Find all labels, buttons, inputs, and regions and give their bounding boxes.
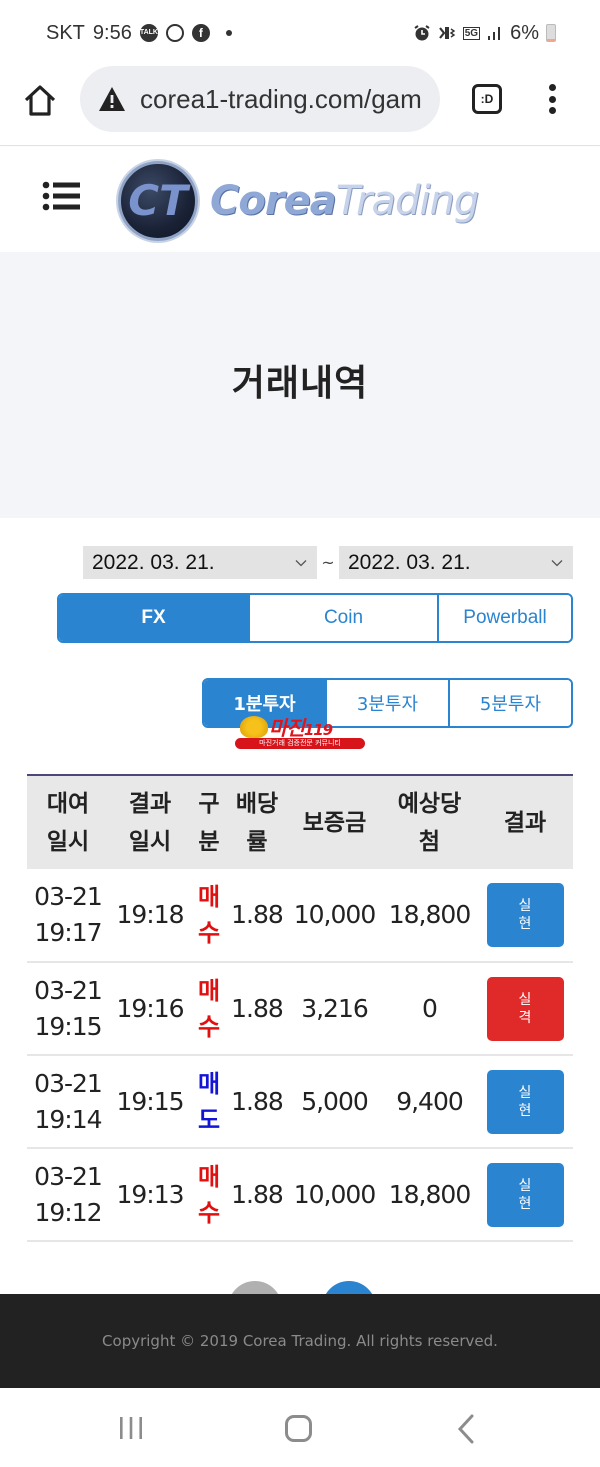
alarm-icon	[414, 25, 430, 41]
more-notifications-dot	[225, 30, 232, 36]
rate-cell: 1.88	[227, 1148, 287, 1242]
rate-cell: 1.88	[227, 1055, 287, 1149]
expected-cell: 18,800	[382, 1148, 477, 1242]
header-payout-rate: 배당 률	[227, 775, 287, 869]
deposit-cell: 10,000	[287, 1148, 382, 1242]
rent-time-cell: 03-21 19:17	[27, 869, 109, 963]
deposit-cell: 3,216	[287, 962, 382, 1056]
signal-icon	[488, 27, 501, 40]
chevron-down-icon	[551, 559, 563, 566]
watermark-title: 마진119	[269, 716, 333, 740]
logo-emblem: CT	[118, 161, 198, 241]
site-header: CT CoreaTrading	[0, 147, 600, 252]
menu-icon[interactable]	[42, 180, 82, 212]
table-row: 03-21 19:12 19:13 매수 1.88 10,000 18,800 실…	[27, 1148, 573, 1242]
recent-apps-icon[interactable]	[118, 1416, 144, 1440]
result-time-cell: 19:13	[109, 1148, 191, 1242]
side-cell: 매수	[191, 1148, 227, 1242]
site-logo[interactable]: CT CoreaTrading	[118, 161, 479, 241]
table-header-row: 대여 일시 결과 일시 구분 배당 률 보증금 예상당 첨 결과	[27, 775, 573, 869]
expected-cell: 18,800	[382, 869, 477, 963]
watermark-subtitle: 마진거래 검증전문 커뮤니티	[235, 738, 365, 749]
expected-cell: 9,400	[382, 1055, 477, 1149]
back-icon[interactable]	[457, 1414, 475, 1444]
date-to-select[interactable]: 2022. 03. 21.	[339, 546, 573, 579]
address-bar[interactable]: corea1-trading.com/gam	[80, 66, 440, 132]
result-cell: 실현	[477, 1148, 573, 1242]
date-from-value: 2022. 03. 21.	[92, 550, 215, 574]
rent-time-cell: 03-21 19:15	[27, 962, 109, 1056]
result-time-cell: 19:16	[109, 962, 191, 1056]
side-cell: 매도	[191, 1055, 227, 1149]
tab-5min[interactable]: 5분투자	[448, 680, 571, 726]
result-badge[interactable]: 실현	[486, 1162, 564, 1227]
side-cell: 매수	[191, 869, 227, 963]
result-cell: 실현	[477, 1055, 573, 1149]
trade-history-table: 대여 일시 결과 일시 구분 배당 률 보증금 예상당 첨 결과 03-21 19:17 …	[27, 774, 573, 1242]
result-time-cell: 19:18	[109, 869, 191, 963]
page-title: 거래내역	[231, 363, 369, 404]
header-result: 결과	[477, 775, 573, 869]
result-cell: 실격	[477, 962, 573, 1056]
result-badge[interactable]: 실현	[486, 883, 564, 947]
result-time-cell: 19:15	[109, 1055, 191, 1149]
header-expected-payout: 예상당 첨	[382, 775, 477, 869]
header-result-time: 결과 일시	[109, 775, 191, 869]
logo-wordmark: CoreaTrading	[210, 178, 479, 224]
warning-icon[interactable]	[98, 86, 126, 112]
header-deposit: 보증금	[287, 775, 382, 869]
table-row: 03-21 19:14 19:15 매도 1.88 5,000 9,400 실현	[27, 1055, 573, 1149]
sync-icon	[165, 24, 184, 42]
deposit-cell: 10,000	[287, 869, 382, 963]
url-text[interactable]: corea1-trading.com/gam	[140, 84, 422, 115]
battery-icon	[546, 24, 556, 42]
battery-percent: 6%	[510, 21, 539, 44]
eagle-badge-icon	[240, 716, 268, 738]
android-nav-bar	[0, 1388, 600, 1467]
date-separator: ~	[321, 553, 335, 572]
facebook-icon: f	[191, 24, 210, 42]
site-footer: Copyright © 2019 Corea Trading. All righ…	[0, 1294, 600, 1388]
date-range-filter: 2022. 03. 21. ~ 2022. 03. 21.	[83, 546, 573, 579]
status-bar: SKT 9:56 TALK f 5G 6%	[0, 0, 600, 66]
rent-time-cell: 03-21 19:14	[27, 1055, 109, 1149]
side-cell: 매수	[191, 962, 227, 1056]
expected-cell: 0	[382, 962, 477, 1056]
rent-time-cell: 03-21 19:12	[27, 1148, 109, 1242]
home-nav-icon[interactable]	[285, 1415, 312, 1442]
market-tabs: FX Coin Powerball	[57, 593, 573, 643]
home-icon[interactable]	[22, 82, 58, 118]
header-rent-time: 대여 일시	[27, 775, 109, 869]
browser-toolbar: corea1-trading.com/gam :D	[0, 66, 600, 146]
clock: 9:56	[92, 21, 132, 44]
kakaotalk-icon: TALK	[139, 24, 158, 42]
result-badge[interactable]: 실격	[486, 976, 564, 1041]
carrier-label: SKT	[46, 21, 85, 44]
result-cell: 실현	[477, 869, 573, 963]
date-to-value: 2022. 03. 21.	[348, 550, 471, 574]
vibrate-icon	[438, 27, 456, 39]
tab-powerball[interactable]: Powerball	[437, 595, 571, 641]
page-title-band: 거래내역	[0, 252, 600, 518]
tab-coin[interactable]: Coin	[248, 595, 437, 641]
tab-switcher-button[interactable]: :D	[472, 84, 502, 114]
header-side: 구분	[191, 775, 227, 869]
more-options-icon[interactable]	[546, 84, 558, 114]
copyright-text: Copyright © 2019 Corea Trading. All righ…	[102, 1332, 498, 1350]
table-row: 03-21 19:15 19:16 매수 1.88 3,216 0 실격	[27, 962, 573, 1056]
watermark-logo: 마진119 마진거래 검증전문 커뮤니티	[235, 716, 365, 750]
tab-fx[interactable]: FX	[59, 595, 248, 641]
rate-cell: 1.88	[227, 869, 287, 963]
5g-icon: 5G	[462, 26, 481, 40]
rate-cell: 1.88	[227, 962, 287, 1056]
chevron-down-icon	[295, 559, 307, 566]
date-from-select[interactable]: 2022. 03. 21.	[83, 546, 317, 579]
table-row: 03-21 19:17 19:18 매수 1.88 10,000 18,800 실…	[27, 869, 573, 963]
deposit-cell: 5,000	[287, 1055, 382, 1149]
result-badge[interactable]: 실현	[486, 1069, 564, 1134]
